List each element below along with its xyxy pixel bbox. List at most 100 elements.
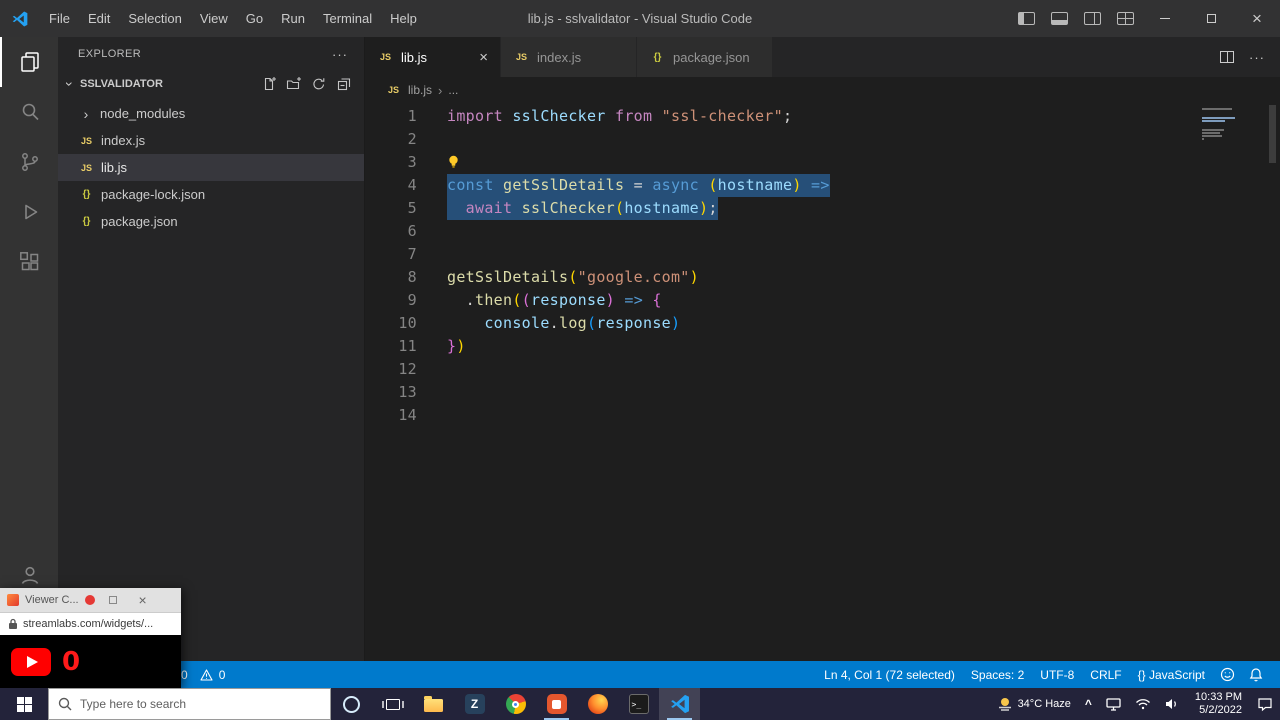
- file-name: lib.js: [101, 160, 127, 175]
- explorer-more-icon[interactable]: ···: [332, 47, 348, 62]
- minimize-button[interactable]: [1142, 0, 1188, 37]
- close-icon[interactable]: ×: [469, 49, 488, 66]
- taskbar-search-input[interactable]: [80, 697, 321, 711]
- app-z-icon[interactable]: [454, 688, 495, 720]
- menu-view[interactable]: View: [191, 0, 237, 37]
- toggle-panel-icon[interactable]: [1051, 12, 1068, 25]
- action-center-icon[interactable]: [1250, 688, 1280, 720]
- widget-close-button[interactable]: ×: [131, 588, 155, 612]
- command-prompt-icon[interactable]: [618, 688, 659, 720]
- menu-selection[interactable]: Selection: [119, 0, 190, 37]
- taskbar-clock[interactable]: 10:33 PM 5/2/2022: [1187, 691, 1250, 717]
- code-token: ): [456, 337, 465, 355]
- split-editor-icon[interactable]: [1220, 51, 1234, 63]
- widget-address-bar[interactable]: streamlabs.com/widgets/...: [0, 612, 181, 635]
- file-item-package-lock.json[interactable]: package-lock.json: [58, 181, 364, 208]
- menu-help[interactable]: Help: [381, 0, 426, 37]
- line-number: 4: [365, 174, 447, 197]
- menu-edit[interactable]: Edit: [79, 0, 119, 37]
- indentation[interactable]: Spaces: 2: [963, 668, 1032, 682]
- code-token: (: [587, 314, 596, 332]
- wifi-icon[interactable]: [1128, 688, 1158, 720]
- chevron-down-icon: ›: [62, 76, 78, 92]
- code-token: =>: [624, 291, 643, 309]
- hidden-icons-chevron[interactable]: ^: [1078, 688, 1099, 720]
- code-editor[interactable]: 1import sslChecker from "ssl-checker";23…: [365, 103, 1280, 661]
- minimap-line: [1202, 117, 1235, 119]
- refresh-icon[interactable]: [311, 76, 327, 92]
- project-section-header[interactable]: › SSLVALIDATOR: [58, 71, 364, 96]
- line-number: 6: [365, 220, 447, 243]
- cortana-icon[interactable]: [331, 688, 372, 720]
- json-file-icon: [78, 214, 95, 229]
- volume-icon[interactable]: [1158, 688, 1187, 720]
- code-token: (: [568, 268, 577, 286]
- tab-package.json[interactable]: package.json: [637, 37, 773, 77]
- viewer-count-window[interactable]: Viewer C... × streamlabs.com/widgets/...…: [0, 588, 181, 688]
- eol[interactable]: CRLF: [1082, 668, 1129, 682]
- editor-more-icon[interactable]: ···: [1249, 50, 1265, 65]
- widget-restore-button[interactable]: [101, 588, 125, 612]
- code-text: [447, 151, 463, 174]
- code-token: (: [708, 176, 717, 194]
- restore-button[interactable]: [1188, 0, 1234, 37]
- chrome-icon[interactable]: [495, 688, 536, 720]
- toggle-sidebar-icon[interactable]: [1018, 12, 1035, 25]
- explorer-icon[interactable]: [0, 37, 58, 87]
- weather-widget[interactable]: 34°C Haze: [990, 688, 1078, 720]
- file-item-lib.js[interactable]: lib.js: [58, 154, 364, 181]
- minimap[interactable]: [1202, 108, 1262, 150]
- code-line: 4const getSslDetails = async (hostname) …: [365, 174, 1280, 197]
- file-explorer-icon[interactable]: [413, 688, 454, 720]
- line-number: 9: [365, 289, 447, 312]
- breadcrumb[interactable]: lib.js › ...: [365, 77, 1280, 103]
- tab-label: index.js: [537, 50, 581, 65]
- task-view-icon[interactable]: [372, 688, 413, 720]
- widget-titlebar[interactable]: Viewer C... ×: [0, 588, 181, 612]
- feedback-icon[interactable]: [1213, 667, 1242, 682]
- firefox-icon[interactable]: [577, 688, 618, 720]
- editor-scrollbar[interactable]: [1269, 105, 1276, 163]
- tab-lib.js[interactable]: lib.js×: [365, 37, 501, 77]
- code-token: [606, 107, 615, 125]
- code-line: 14: [365, 404, 1280, 427]
- vscode-taskbar-icon[interactable]: [659, 688, 700, 720]
- notifications-bell-icon[interactable]: [1242, 667, 1270, 682]
- customize-layout-icon[interactable]: [1117, 12, 1134, 25]
- workbench: EXPLORER ··· › SSLVALIDATOR ›node_module…: [0, 37, 1280, 661]
- line-number: 5: [365, 197, 447, 220]
- menu-go[interactable]: Go: [237, 0, 272, 37]
- menu-terminal[interactable]: Terminal: [314, 0, 381, 37]
- taskbar-search[interactable]: [48, 688, 331, 720]
- file-name: index.js: [101, 133, 145, 148]
- toggle-secondary-sidebar-icon[interactable]: [1084, 12, 1101, 25]
- project-name: SSLVALIDATOR: [80, 78, 163, 90]
- source-control-icon[interactable]: [0, 137, 58, 187]
- code-line: 8getSslDetails("google.com"): [365, 266, 1280, 289]
- tab-index.js[interactable]: index.js: [501, 37, 637, 77]
- collapse-all-icon[interactable]: [336, 76, 352, 92]
- language-mode[interactable]: {} JavaScript: [1130, 668, 1213, 682]
- search-icon: [58, 697, 72, 711]
- search-icon[interactable]: [0, 87, 58, 137]
- breadcrumb-file[interactable]: lib.js: [408, 83, 432, 97]
- display-icon[interactable]: [1099, 688, 1128, 720]
- breadcrumb-symbol[interactable]: ...: [448, 83, 458, 97]
- encoding[interactable]: UTF-8: [1032, 668, 1082, 682]
- menu-run[interactable]: Run: [272, 0, 314, 37]
- file-item-package.json[interactable]: package.json: [58, 208, 364, 235]
- streamlabs-icon[interactable]: [536, 688, 577, 720]
- file-item-node_modules[interactable]: ›node_modules: [58, 100, 364, 127]
- file-item-index.js[interactable]: index.js: [58, 127, 364, 154]
- cursor-position[interactable]: Ln 4, Col 1 (72 selected): [816, 668, 963, 682]
- explorer-header: EXPLORER ···: [58, 37, 364, 71]
- menu-file[interactable]: File: [40, 0, 79, 37]
- lightbulb-icon[interactable]: [447, 153, 460, 176]
- close-button[interactable]: ×: [1234, 0, 1280, 37]
- minimap-line: [1202, 129, 1224, 131]
- new-file-icon[interactable]: [261, 76, 277, 92]
- extensions-icon[interactable]: [0, 237, 58, 287]
- start-button[interactable]: [0, 688, 48, 720]
- new-folder-icon[interactable]: [286, 76, 302, 92]
- run-debug-icon[interactable]: [0, 187, 58, 237]
